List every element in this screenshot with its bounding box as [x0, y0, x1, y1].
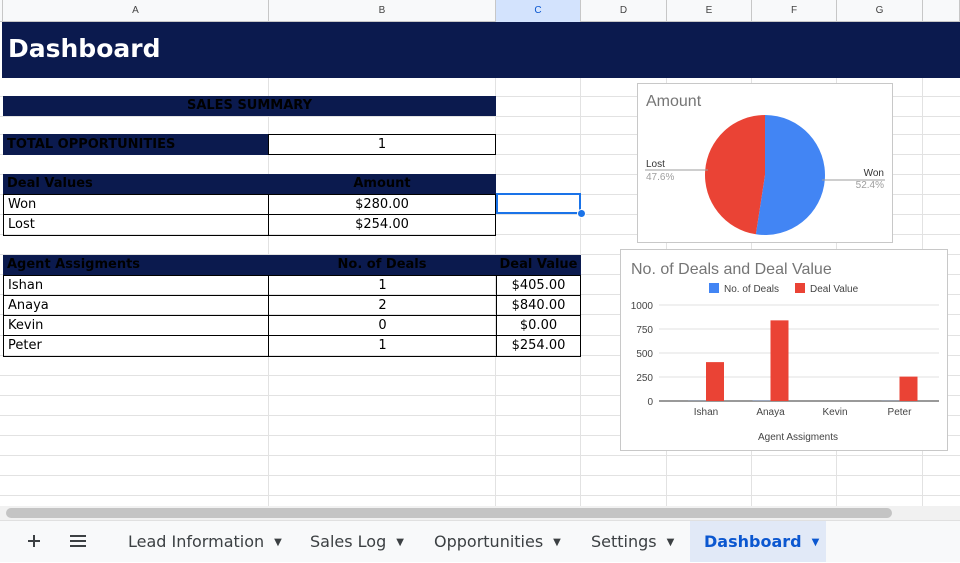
y-tick-label: 750 [636, 325, 653, 336]
bar-deal-value-ishan[interactable] [706, 362, 724, 401]
agent-header[interactable]: Agent Assigments [3, 255, 269, 275]
tab-settings[interactable]: Settings ▼ [577, 521, 688, 562]
sales-summary-header[interactable]: SALES SUMMARY [3, 96, 496, 116]
caret-down-icon[interactable]: ▼ [274, 537, 282, 548]
pie-chart-title: Amount [646, 93, 702, 110]
pie-percent-lost: 47.6% [646, 172, 674, 183]
col-header-f[interactable]: F [752, 0, 837, 22]
tab-label: Sales Log [310, 532, 386, 551]
col-header-b[interactable]: B [269, 0, 496, 22]
amount-pie-chart[interactable]: Amount Lost 47.6% Won 52.4% [637, 83, 893, 243]
bar-deal-value-peter[interactable] [900, 377, 918, 401]
bar-chart-svg: No. of Deals and Deal Value No. of Deals… [621, 250, 947, 450]
tab-label: Dashboard [704, 532, 802, 551]
pie-slice-won[interactable] [756, 115, 825, 235]
tab-label: Settings [591, 532, 657, 551]
pie-percent-won: 52.4% [856, 180, 884, 191]
menu-icon[interactable] [66, 528, 90, 554]
col-header-g[interactable]: G [837, 0, 923, 22]
pie-slice-lost[interactable] [705, 115, 765, 234]
deal-value-header[interactable]: Deal Value [496, 255, 581, 275]
tab-lead-information[interactable]: Lead Information ▼ [114, 521, 296, 562]
agent-name[interactable]: Peter [3, 335, 269, 357]
agent-name[interactable]: Anaya [3, 295, 269, 315]
y-tick-label: 1000 [631, 301, 654, 312]
agent-deal-value[interactable]: $0.00 [496, 315, 581, 335]
col-header-h[interactable] [923, 0, 960, 22]
agent-deals[interactable]: 0 [268, 315, 496, 335]
agent-deal-value[interactable]: $840.00 [496, 295, 581, 315]
x-tick-label: Kevin [822, 407, 847, 418]
horizontal-scroll-thumb[interactable] [6, 508, 892, 518]
fill-handle[interactable] [577, 209, 586, 218]
caret-down-icon[interactable]: ▼ [667, 537, 675, 548]
col-header-c[interactable]: C [496, 0, 581, 22]
pie-label-lost: Lost [646, 159, 665, 170]
col-header-d[interactable]: D [581, 0, 667, 22]
pie-label-won: Won [864, 168, 884, 179]
tab-sales-log[interactable]: Sales Log ▼ [296, 521, 418, 562]
agent-deal-value[interactable]: $405.00 [496, 275, 581, 295]
legend-swatch-value [795, 283, 805, 293]
tab-label: Opportunities [434, 532, 543, 551]
tab-opportunities[interactable]: Opportunities ▼ [420, 521, 575, 562]
legend-label-value: Deal Value [810, 284, 859, 295]
agent-deal-value[interactable]: $254.00 [496, 335, 581, 357]
pie-chart-svg: Amount Lost 47.6% Won 52.4% [638, 84, 892, 242]
column-header-bar: A B C D E F G [0, 0, 960, 22]
col-header-a[interactable]: A [3, 0, 269, 22]
plus-icon[interactable] [22, 528, 46, 554]
tab-dashboard[interactable]: Dashboard ▼ [690, 521, 826, 562]
deal-row-amount[interactable]: $254.00 [268, 214, 496, 236]
total-opportunities-value[interactable]: 1 [268, 134, 496, 155]
deal-row-label[interactable]: Lost [3, 214, 269, 236]
tab-label: Lead Information [128, 532, 264, 551]
selected-cell[interactable] [496, 193, 581, 214]
caret-down-icon[interactable]: ▼ [553, 537, 561, 548]
total-opportunities-label[interactable]: TOTAL OPPORTUNITIES [3, 134, 269, 155]
col-header-e[interactable]: E [667, 0, 752, 22]
deal-row-amount[interactable]: $280.00 [268, 194, 496, 214]
agent-name[interactable]: Ishan [3, 275, 269, 295]
agent-name[interactable]: Kevin [3, 315, 269, 335]
y-tick-label: 500 [636, 349, 653, 360]
y-tick-label: 250 [636, 373, 653, 384]
caret-down-icon[interactable]: ▼ [396, 537, 404, 548]
y-tick-label: 0 [647, 397, 653, 408]
deals-header[interactable]: No. of Deals [268, 255, 496, 275]
legend-label-deals: No. of Deals [724, 284, 779, 295]
deals-bar-chart[interactable]: No. of Deals and Deal Value No. of Deals… [620, 249, 948, 451]
deal-row-label[interactable]: Won [3, 194, 269, 214]
x-tick-label: Anaya [756, 407, 785, 418]
agent-deals[interactable]: 1 [268, 335, 496, 357]
page-title: Dashboard [8, 34, 160, 63]
deal-values-header[interactable]: Deal Values [3, 174, 269, 194]
agent-deals[interactable]: 2 [268, 295, 496, 315]
x-axis-title: Agent Assigments [758, 432, 838, 443]
caret-down-icon[interactable]: ▼ [812, 537, 820, 548]
agent-deals[interactable]: 1 [268, 275, 496, 295]
amount-header[interactable]: Amount [268, 174, 496, 194]
x-tick-label: Peter [888, 407, 913, 418]
bar-chart-title: No. of Deals and Deal Value [631, 261, 832, 278]
legend-swatch-deals [709, 283, 719, 293]
bar-deal-value-anaya[interactable] [771, 320, 789, 401]
x-tick-label: Ishan [694, 407, 718, 418]
